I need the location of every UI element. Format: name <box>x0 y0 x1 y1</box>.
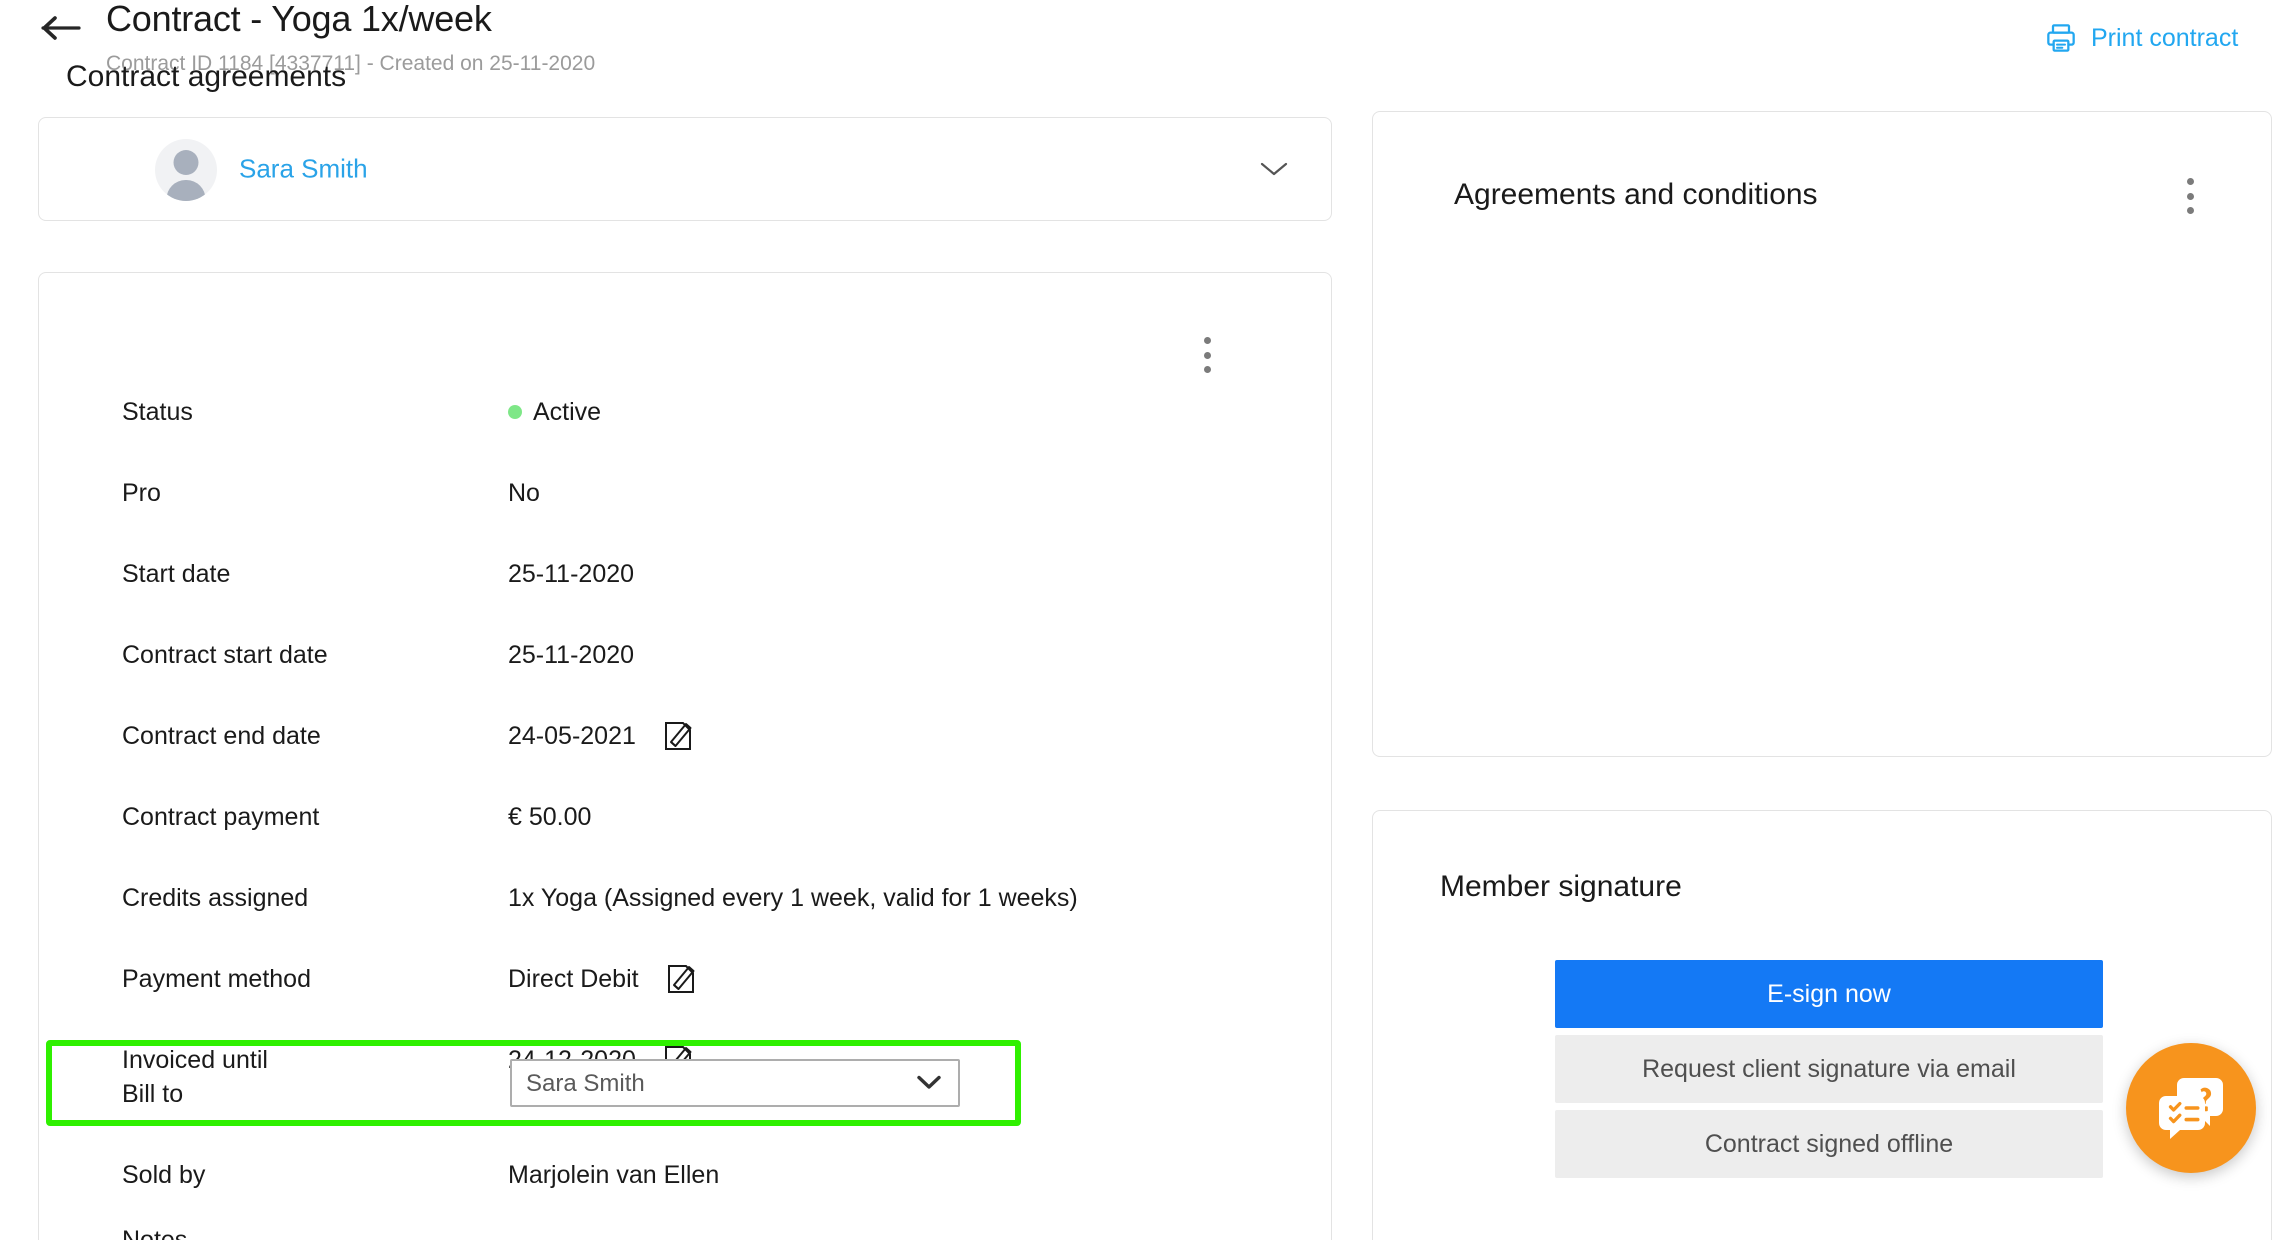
agreements-conditions-title: Agreements and conditions <box>1454 178 1818 211</box>
detail-row-value: 1x Yoga (Assigned every 1 week, valid fo… <box>508 883 1078 912</box>
kebab-dot <box>1203 337 1211 344</box>
bill-to-label: Bill to <box>122 1079 184 1108</box>
contract-signed-offline-button[interactable]: Contract signed offline <box>1555 1110 2103 1178</box>
contract-agreements-title: Contract agreements <box>66 60 347 93</box>
kebab-dot <box>1203 366 1211 373</box>
detail-row-label: Contract start date <box>122 640 328 669</box>
pencil-edit-icon[interactable] <box>665 962 697 996</box>
detail-row-value: Active <box>508 398 601 427</box>
detail-row-label: Pro <box>122 478 161 507</box>
kebab-menu-icon[interactable] <box>2175 174 2205 218</box>
page-title: Contract - Yoga 1x/week <box>106 0 492 39</box>
kebab-menu-icon[interactable] <box>1192 333 1222 377</box>
arrow-left-icon <box>41 16 81 40</box>
detail-row-label: Start date <box>122 559 231 588</box>
detail-row-label: Contract end date <box>122 721 321 750</box>
detail-row-label: Status <box>122 397 193 426</box>
detail-row-value: 25-11-2020 <box>508 640 635 669</box>
request-client-signature-button[interactable]: Request client signature via email <box>1555 1035 2103 1103</box>
kebab-dot <box>2186 192 2194 200</box>
sold-by-label: Sold by <box>122 1160 206 1189</box>
notes-label: Notes <box>122 1225 188 1240</box>
avatar <box>155 139 217 201</box>
detail-row-label: Payment method <box>122 964 311 993</box>
avatar-head <box>173 150 199 175</box>
detail-row-value: 25-11-2020 <box>508 559 635 588</box>
kebab-dot <box>2186 207 2194 214</box>
member-signature-title: Member signature <box>1440 870 1682 903</box>
print-contract-label: Print contract <box>2091 23 2239 52</box>
kebab-dot <box>2186 178 2194 185</box>
e-sign-now-button[interactable]: E-sign now <box>1555 960 2103 1028</box>
member-name-link[interactable]: Sara Smith <box>239 154 368 185</box>
print-contract-button[interactable]: Print contract <box>2045 22 2238 54</box>
detail-row-label: Credits assigned <box>122 883 309 912</box>
help-widget-button[interactable] <box>2126 1043 2256 1173</box>
chat-help-icon <box>2159 1078 2223 1139</box>
detail-row-label: Contract payment <box>122 802 320 831</box>
back-arrow-icon[interactable] <box>38 8 84 48</box>
bill-to-select[interactable]: Sara Smith <box>510 1059 960 1107</box>
detail-row-value: No <box>508 478 540 507</box>
detail-row-value: Direct Debit <box>508 962 697 996</box>
detail-row-value: € 50.00 <box>508 802 592 831</box>
printer-icon <box>2047 24 2075 52</box>
avatar-body <box>166 180 206 201</box>
kebab-dot <box>1203 351 1211 359</box>
member-card[interactable]: Sara Smith <box>38 117 1332 221</box>
pencil-edit-icon[interactable] <box>662 719 694 753</box>
sold-by-value: Marjolein van Ellen <box>508 1160 720 1189</box>
status-dot <box>508 405 522 419</box>
detail-row-value: 24-05-2021 <box>508 719 694 753</box>
contract-detail-page: Contract - Yoga 1x/week Contract ID 1184… <box>0 0 2272 1240</box>
chevron-down-icon[interactable] <box>1259 160 1289 178</box>
